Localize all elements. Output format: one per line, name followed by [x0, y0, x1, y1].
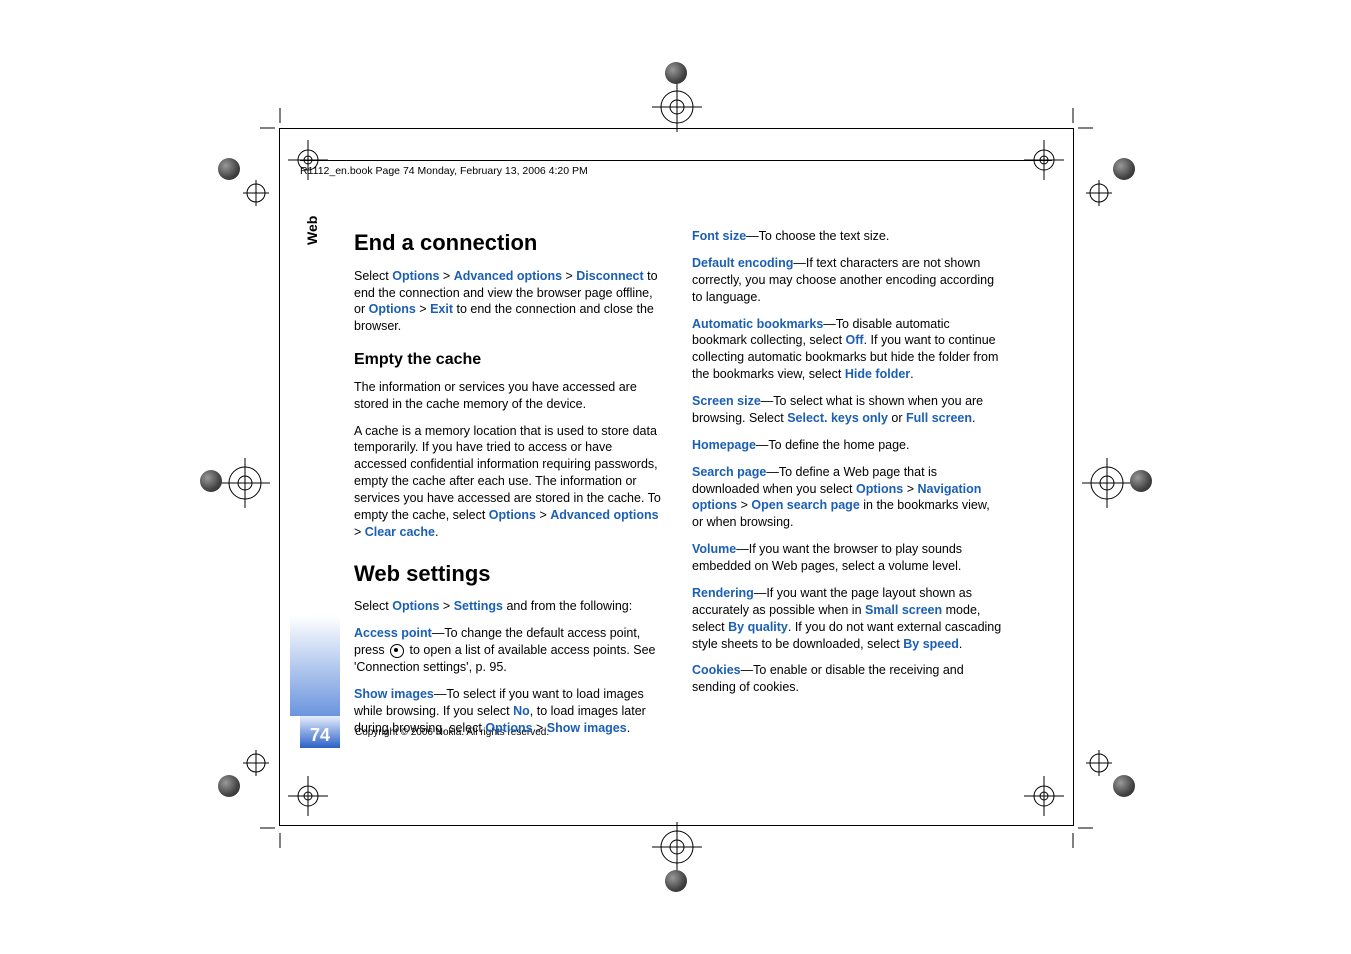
heading-web-settings: Web settings	[354, 559, 664, 589]
link-by-speed: By speed	[903, 637, 959, 651]
para-show-images: Show images—To select if you want to loa…	[354, 686, 664, 737]
label-default-encoding: Default encoding	[692, 256, 793, 270]
registration-mark-icon	[220, 458, 270, 508]
registration-mark-icon	[1086, 750, 1112, 776]
para-settings-intro: Select Options > Settings and from the f…	[354, 598, 664, 615]
header-text: R1112_en.book Page 74 Monday, February 1…	[300, 165, 588, 177]
para-end-connection: Select Options > Advanced options > Disc…	[354, 268, 664, 336]
para-font-size: Font size—To choose the text size.	[692, 228, 1002, 245]
link-advanced-options: Advanced options	[454, 269, 562, 283]
dot-icon	[218, 158, 240, 180]
link-options: Options	[392, 269, 439, 283]
link-off: Off	[846, 333, 864, 347]
page-body: End a connection Select Options > Advanc…	[300, 228, 1052, 746]
link-disconnect: Disconnect	[576, 269, 643, 283]
para-homepage: Homepage—To define the home page.	[692, 437, 1002, 454]
registration-mark-icon	[243, 750, 269, 776]
link-select-keys: Select. keys only	[787, 411, 888, 425]
dot-icon	[218, 775, 240, 797]
registration-mark-icon	[652, 822, 702, 872]
para-auto-bookmarks: Automatic bookmarks—To disable automatic…	[692, 316, 1002, 384]
label-rendering: Rendering	[692, 586, 754, 600]
nav-key-icon	[390, 644, 404, 658]
label-screen-size: Screen size	[692, 394, 761, 408]
label-homepage: Homepage	[692, 438, 756, 452]
dot-icon	[1130, 470, 1152, 492]
heading-empty-cache: Empty the cache	[354, 349, 664, 371]
dot-icon	[665, 870, 687, 892]
link-full-screen: Full screen	[906, 411, 972, 425]
header-divider	[300, 160, 1052, 161]
para-cookies: Cookies—To enable or disable the receivi…	[692, 662, 1002, 696]
registration-mark-icon	[652, 82, 702, 132]
link-options: Options	[369, 302, 416, 316]
dot-icon	[1113, 158, 1135, 180]
text: and from the following:	[503, 599, 632, 613]
registration-mark-icon	[1024, 140, 1064, 180]
link-exit: Exit	[430, 302, 453, 316]
registration-mark-icon	[243, 180, 269, 206]
text: —To choose the text size.	[746, 229, 889, 243]
heading-end-connection: End a connection	[354, 228, 664, 258]
column-left: End a connection Select Options > Advanc…	[354, 228, 664, 746]
label-auto-bookmarks: Automatic bookmarks	[692, 317, 823, 331]
column-right: Font size—To choose the text size. Defau…	[692, 228, 1002, 746]
link-options: Options	[392, 599, 439, 613]
para-default-encoding: Default encoding—If text characters are …	[692, 255, 1002, 306]
text: Select	[354, 599, 392, 613]
para-screen-size: Screen size—To select what is shown when…	[692, 393, 1002, 427]
link-open-search: Open search page	[751, 498, 859, 512]
label-volume: Volume	[692, 542, 736, 556]
text: —To define the home page.	[756, 438, 910, 452]
label-access-point: Access point	[354, 626, 432, 640]
link-clear-cache: Clear cache	[365, 525, 435, 539]
link-options: Options	[856, 482, 903, 496]
link-show-images: Show images	[547, 721, 627, 735]
link-small-screen: Small screen	[865, 603, 942, 617]
registration-mark-icon	[1086, 180, 1112, 206]
label-show-images: Show images	[354, 687, 434, 701]
para-access-point: Access point—To change the default acces…	[354, 625, 664, 676]
label-search-page: Search page	[692, 465, 766, 479]
dot-icon	[200, 470, 222, 492]
link-hide-folder: Hide folder	[845, 367, 910, 381]
registration-mark-icon	[1082, 458, 1132, 508]
registration-mark-icon	[288, 140, 328, 180]
registration-mark-icon	[1024, 776, 1064, 816]
link-by-quality: By quality	[728, 620, 788, 634]
label-cookies: Cookies	[692, 663, 741, 677]
link-options: Options	[489, 508, 536, 522]
dot-icon	[1113, 775, 1135, 797]
para-cache-info: The information or services you have acc…	[354, 379, 664, 413]
link-options: Options	[485, 721, 532, 735]
para-cache-detail: A cache is a memory location that is use…	[354, 423, 664, 541]
para-rendering: Rendering—If you want the page layout sh…	[692, 585, 1002, 653]
link-advanced-options: Advanced options	[550, 508, 658, 522]
text: or	[888, 411, 906, 425]
link-no: No	[513, 704, 530, 718]
link-settings: Settings	[454, 599, 503, 613]
dot-icon	[665, 62, 687, 84]
text: Select	[354, 269, 392, 283]
label-font-size: Font size	[692, 229, 746, 243]
para-volume: Volume—If you want the browser to play s…	[692, 541, 1002, 575]
para-search-page: Search page—To define a Web page that is…	[692, 464, 1002, 532]
registration-mark-icon	[288, 776, 328, 816]
